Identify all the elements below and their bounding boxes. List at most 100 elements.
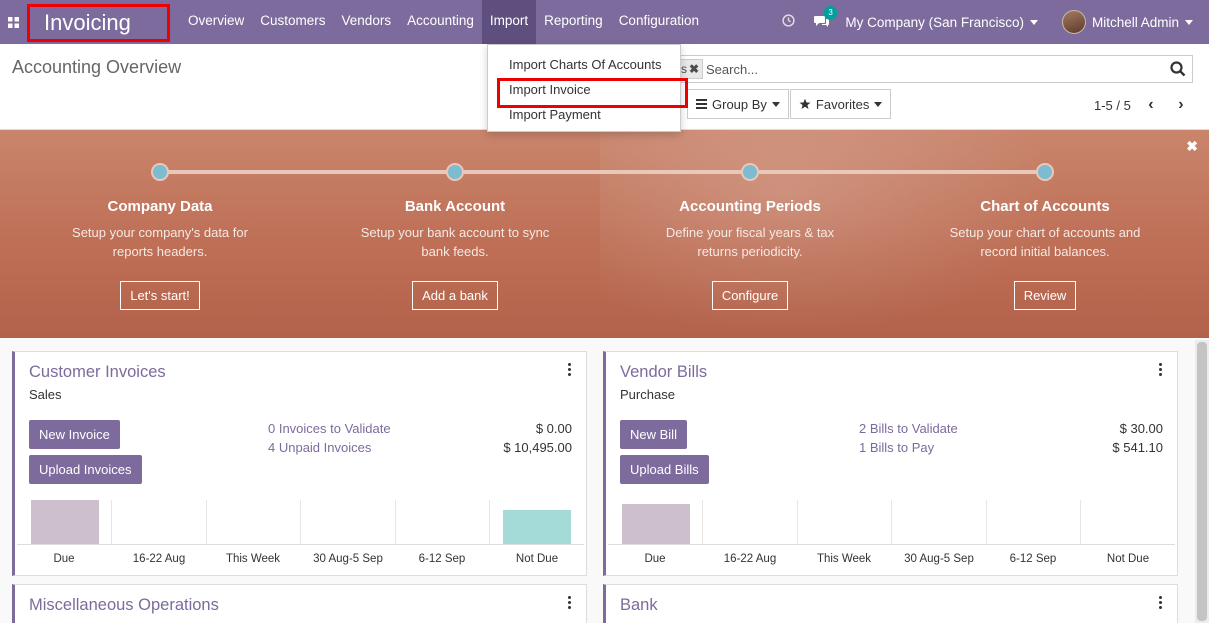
step-title: Bank Account [404,198,506,215]
chevron-right-icon[interactable]: › [1171,96,1191,114]
app-brand[interactable]: Invoicing [27,4,170,42]
card-title[interactable]: Bank [620,596,658,615]
misc-operations-card: Miscellaneous Operations [12,584,587,623]
menu-configuration[interactable]: Configuration [611,0,707,44]
menu-accounting[interactable]: Accounting [399,0,482,44]
company-switcher[interactable]: My Company (San Francisco) [845,15,1038,30]
invoices-to-validate-link[interactable]: 0 Invoices to Validate [268,419,391,438]
new-invoice-button[interactable]: New Invoice [29,420,120,449]
kebab-menu-icon[interactable] [568,363,572,377]
chart-gridline [986,500,987,545]
chart-bar-due[interactable] [622,504,690,544]
bills-to-pay-link[interactable]: 1 Bills to Pay [859,438,958,457]
chart-label: 6-12 Sep [1009,553,1057,565]
add-bank-button[interactable]: Add a bank [412,281,498,310]
chevron-down-icon [874,101,883,107]
menu-import[interactable]: Import [481,0,537,44]
bills-to-validate-link[interactable]: 2 Bills to Validate [859,419,958,438]
review-button[interactable]: Review [1013,281,1077,310]
step-dot [1036,163,1054,181]
configure-button[interactable]: Configure [711,281,789,310]
step-accounting-periods: Accounting Periods Define your fiscal ye… [635,198,865,310]
search-facet[interactable]: s ✖ [680,59,704,79]
step-description-line: record initial balances. [980,244,1110,259]
import-dropdown-menu: Import Charts Of Accounts Import Invoice… [487,44,688,132]
amount-value: $ 10,495.00 [503,440,572,455]
card-title[interactable]: Vendor Bills [620,363,707,382]
user-menu[interactable]: Mitchell Admin [1061,10,1193,34]
lets-start-button[interactable]: Let's start! [120,281,200,310]
card-links: 0 Invoices to Validate 4 Unpaid Invoices [268,419,391,457]
step-description-line: Setup your company's data for [72,225,248,240]
chart-label: 16-22 Aug [132,553,186,565]
menu-reporting[interactable]: Reporting [536,0,611,44]
import-payment[interactable]: Import Payment [509,107,601,122]
import-charts-of-accounts[interactable]: Import Charts Of Accounts [509,57,661,72]
step-description-line: Define your fiscal years & tax [665,225,835,240]
step-title: Chart of Accounts [980,198,1110,215]
aging-chart [17,500,584,545]
chart-bar-not-due[interactable] [503,510,571,544]
step-company-data: Company Data Setup your company's data f… [45,198,275,310]
menu-customers[interactable]: Customers [252,0,333,44]
step-description-line: reports headers. [112,244,208,259]
onboarding-banner: ✖ Company Data Setup your company's data… [0,130,1209,338]
chart-label: Not Due [1106,553,1150,565]
chart-bar-due[interactable] [31,500,99,544]
clock-icon[interactable] [773,14,803,30]
chevron-down-icon [1185,19,1193,25]
search-input[interactable] [706,59,1166,79]
group-by-button[interactable]: Group By [687,89,789,119]
step-description-line: returns periodicity. [697,244,803,259]
new-bill-button[interactable]: New Bill [620,420,687,449]
card-title[interactable]: Miscellaneous Operations [29,596,219,615]
upload-invoices-button[interactable]: Upload Invoices [29,455,142,484]
systray: 3 My Company (San Francisco) Mitchell Ad… [773,0,1209,44]
main-menu: Overview Customers Vendors Accounting Im… [180,0,707,44]
apps-menu-icon[interactable] [1,0,25,44]
chevron-left-icon[interactable]: ‹ [1141,96,1161,114]
menu-vendors[interactable]: Vendors [334,0,400,44]
chart-label: 30 Aug-5 Sep [313,553,383,565]
favorites-button[interactable]: Favorites [789,89,892,119]
kebab-menu-icon[interactable] [1159,363,1163,377]
facet-label: s [681,62,687,76]
avatar [1061,10,1086,34]
chart-label: 16-22 Aug [723,553,777,565]
scrollbar[interactable] [1195,340,1209,623]
scrollbar-thumb[interactable] [1197,342,1207,621]
chart-gridline [797,500,798,545]
kebab-menu-icon[interactable] [568,596,572,610]
chat-badge: 3 [824,5,837,20]
import-invoice[interactable]: Import Invoice [497,78,688,108]
card-amounts: $ 30.00 $ 541.10 [1112,419,1163,457]
chart-gridline [489,500,490,545]
amount-value: $ 0.00 [535,421,572,436]
list-icon [696,99,707,109]
step-dot [446,163,464,181]
chat-icon[interactable]: 3 [807,5,837,31]
close-icon[interactable]: ✖ [1186,138,1198,155]
company-name: My Company (San Francisco) [845,14,1024,30]
card-subtitle: Sales [29,387,62,402]
amount-value: $ 30.00 [1119,421,1163,436]
pager: 1-5 / 5 ‹ › [1094,96,1191,114]
unpaid-invoices-link[interactable]: 4 Unpaid Invoices [268,438,391,457]
pager-value[interactable]: 1-5 / 5 [1094,98,1131,113]
step-description-line: Setup your chart of accounts and [949,225,1141,240]
step-description-line: bank feeds. [421,244,489,259]
menu-overview[interactable]: Overview [180,0,252,44]
chart-label: Due [53,553,75,565]
step-chart-of-accounts: Chart of Accounts Setup your chart of ac… [930,198,1160,310]
chart-label: 6-12 Sep [418,553,466,565]
chart-gridline [1080,500,1081,545]
kebab-menu-icon[interactable] [1159,596,1163,610]
upload-bills-button[interactable]: Upload Bills [620,455,709,484]
close-icon[interactable]: ✖ [689,62,699,76]
search-icon[interactable] [1170,61,1186,77]
highlight-box [497,78,688,108]
page-title: Accounting Overview [12,57,182,77]
step-description-line: Setup your bank account to sync [360,225,550,240]
card-title[interactable]: Customer Invoices [29,363,166,382]
favorites-label: Favorites [815,96,870,112]
